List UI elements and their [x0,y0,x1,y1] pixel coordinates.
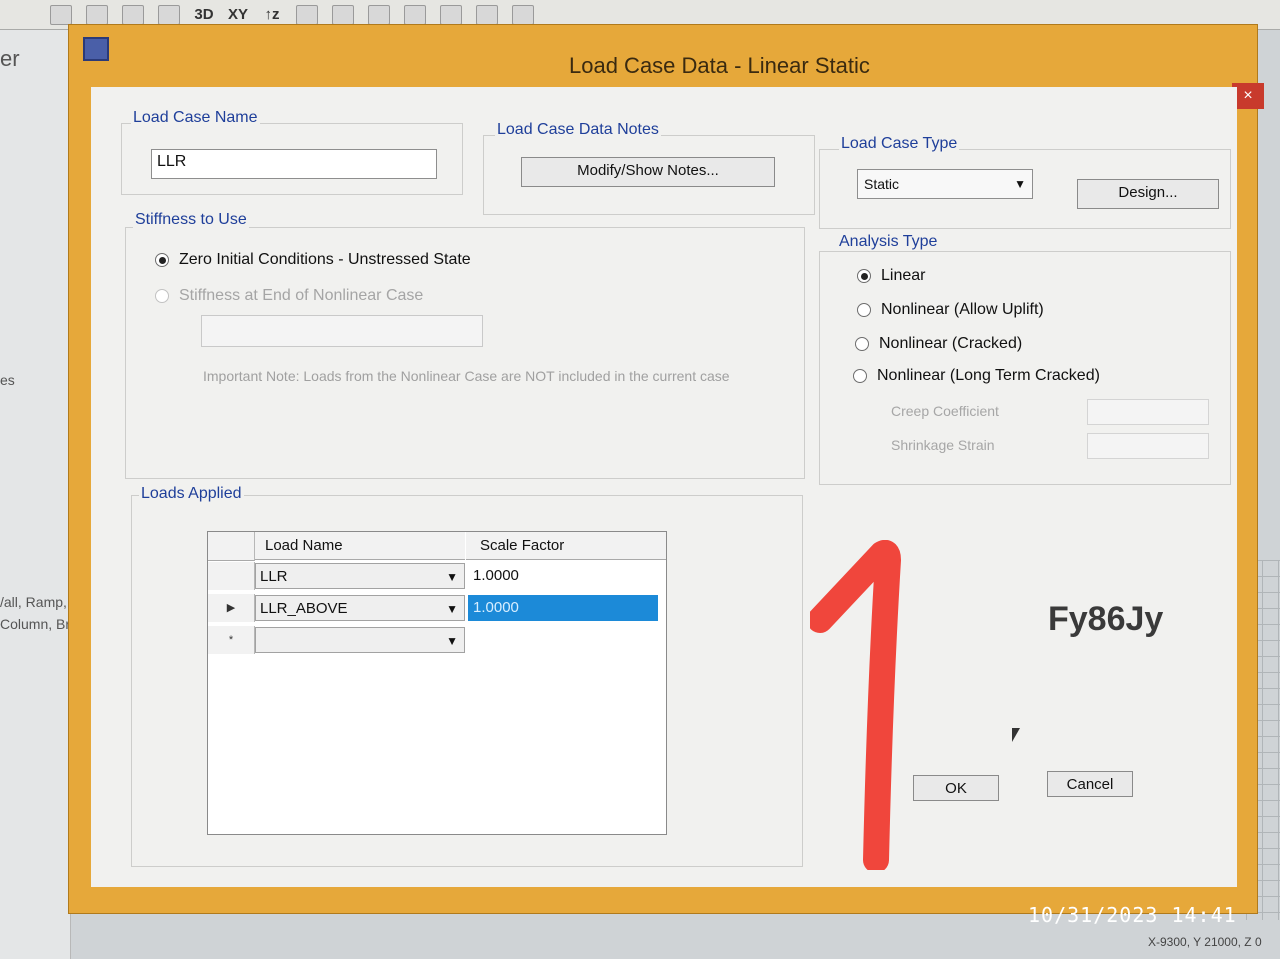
panel-text-fragment: /all, Ramp, [0,594,67,610]
left-panel: er es /all, Ramp, Column, Br [0,30,71,959]
scale-factor-cell[interactable]: 1.0000 [468,563,658,589]
arrow-up-icon[interactable] [440,4,463,25]
design-button[interactable]: Design... [1077,179,1219,209]
radio-button[interactable] [857,303,871,317]
load-case-type-label: Load Case Type [839,135,960,153]
shrinkage-strain-label: Shrinkage Strain [891,437,995,453]
zoom-icon[interactable] [50,4,72,25]
grid-icon[interactable] [476,4,499,25]
table-corner [208,532,255,561]
column-header-load-name[interactable]: Load Name [255,532,465,560]
row-indicator [208,562,255,590]
row-indicator: ▶ [208,594,255,622]
zoom-in-icon[interactable] [86,4,108,25]
load-name-select[interactable]: ▼ [255,627,465,653]
panel-text-fragment: es [0,372,15,388]
table-icon[interactable] [512,4,535,25]
notes-label: Load Case Data Notes [495,121,661,139]
load-name-value: LLR [260,568,288,585]
dialog-client: Load Case Name LLR Load Case Data Notes … [91,87,1237,887]
load-case-type-value: Static [864,176,900,192]
creep-coefficient-input [1087,399,1209,425]
scale-factor-cell[interactable] [468,627,658,653]
view-z-button[interactable]: ↑z [262,6,282,23]
radio-button [155,289,169,303]
mouse-cursor-icon [1012,728,1026,742]
cancel-button[interactable]: Cancel [1047,771,1133,797]
load-case-type-select[interactable]: Static ▼ [857,169,1033,199]
analysis-type-label: Analysis Type [837,233,940,251]
radio-linear[interactable]: Linear [857,267,925,285]
loads-table: Load Name Scale Factor LLR ▼ 1.0000 ▶ LL… [207,531,667,835]
radio-button-checked[interactable] [155,253,169,267]
shrinkage-strain-input [1087,433,1209,459]
watermark-text: Fy86Jy [1048,600,1164,638]
radio-button[interactable] [855,337,869,351]
load-name-value: LLR_ABOVE [260,600,348,617]
scale-factor-cell[interactable]: 1.0000 [468,595,658,621]
glasses-icon[interactable] [296,4,319,25]
radio-button-checked[interactable] [857,269,871,283]
loads-applied-label: Loads Applied [139,485,244,503]
important-note: Important Note: Loads from the Nonlinear… [203,368,730,384]
load-case-name-input[interactable]: LLR [151,149,437,179]
radio-nonlinear-end: Stiffness at End of Nonlinear Case [155,287,423,305]
modify-notes-button[interactable]: Modify/Show Notes... [521,157,775,187]
column-header-scale-factor[interactable]: Scale Factor [466,532,666,560]
view-3d-button[interactable]: 3D [194,6,214,23]
status-coordinates: X-9300, Y 21000, Z 0 [1148,935,1262,949]
chevron-down-icon: ▼ [446,602,458,616]
app-icon [83,37,109,61]
photo-timestamp: 10/31/2023 14:41 [1028,903,1237,927]
creep-coefficient-label: Creep Coefficient [891,403,999,419]
radio-label: Nonlinear (Allow Uplift) [881,301,1044,318]
panel-text-fragment: Column, Br [0,616,71,632]
radio-label: Nonlinear (Long Term Cracked) [877,367,1100,384]
zoom-out-icon[interactable] [122,4,144,25]
load-case-dialog: Load Case Data - Linear Static ? × Load … [68,24,1264,914]
radio-label: Linear [881,267,926,284]
pan-icon[interactable] [158,4,180,25]
row-indicator: * [208,626,255,654]
radio-label: Stiffness at End of Nonlinear Case [179,287,424,304]
dialog-title: Load Case Data - Linear Static [569,53,870,78]
check-icon[interactable] [332,4,355,25]
load-name-select[interactable]: LLR ▼ [255,563,465,589]
triangle-icon[interactable] [404,4,427,25]
view-xy-button[interactable]: XY [228,6,248,23]
circle-icon[interactable] [368,4,391,25]
stiffness-label: Stiffness to Use [133,211,249,229]
radio-label: Zero Initial Conditions - Unstressed Sta… [179,251,471,268]
radio-nonlinear-uplift[interactable]: Nonlinear (Allow Uplift) [857,301,1044,319]
chevron-down-icon: ▼ [1014,177,1026,191]
chevron-down-icon: ▼ [446,570,458,584]
radio-zero-initial[interactable]: Zero Initial Conditions - Unstressed Sta… [155,251,471,269]
radio-button[interactable] [853,369,867,383]
nonlinear-case-select [201,315,483,347]
radio-nonlinear-cracked[interactable]: Nonlinear (Cracked) [855,335,1022,353]
chevron-down-icon: ▼ [446,634,458,648]
radio-nonlinear-long-term[interactable]: Nonlinear (Long Term Cracked) [853,367,1100,385]
load-case-name-label: Load Case Name [131,109,260,127]
dialog-titlebar[interactable]: Load Case Data - Linear Static [69,25,1257,87]
radio-label: Nonlinear (Cracked) [879,335,1023,352]
panel-text-fragment: er [0,46,20,71]
load-name-select[interactable]: LLR_ABOVE ▼ [255,595,465,621]
handwritten-number-one-mark [810,540,901,870]
